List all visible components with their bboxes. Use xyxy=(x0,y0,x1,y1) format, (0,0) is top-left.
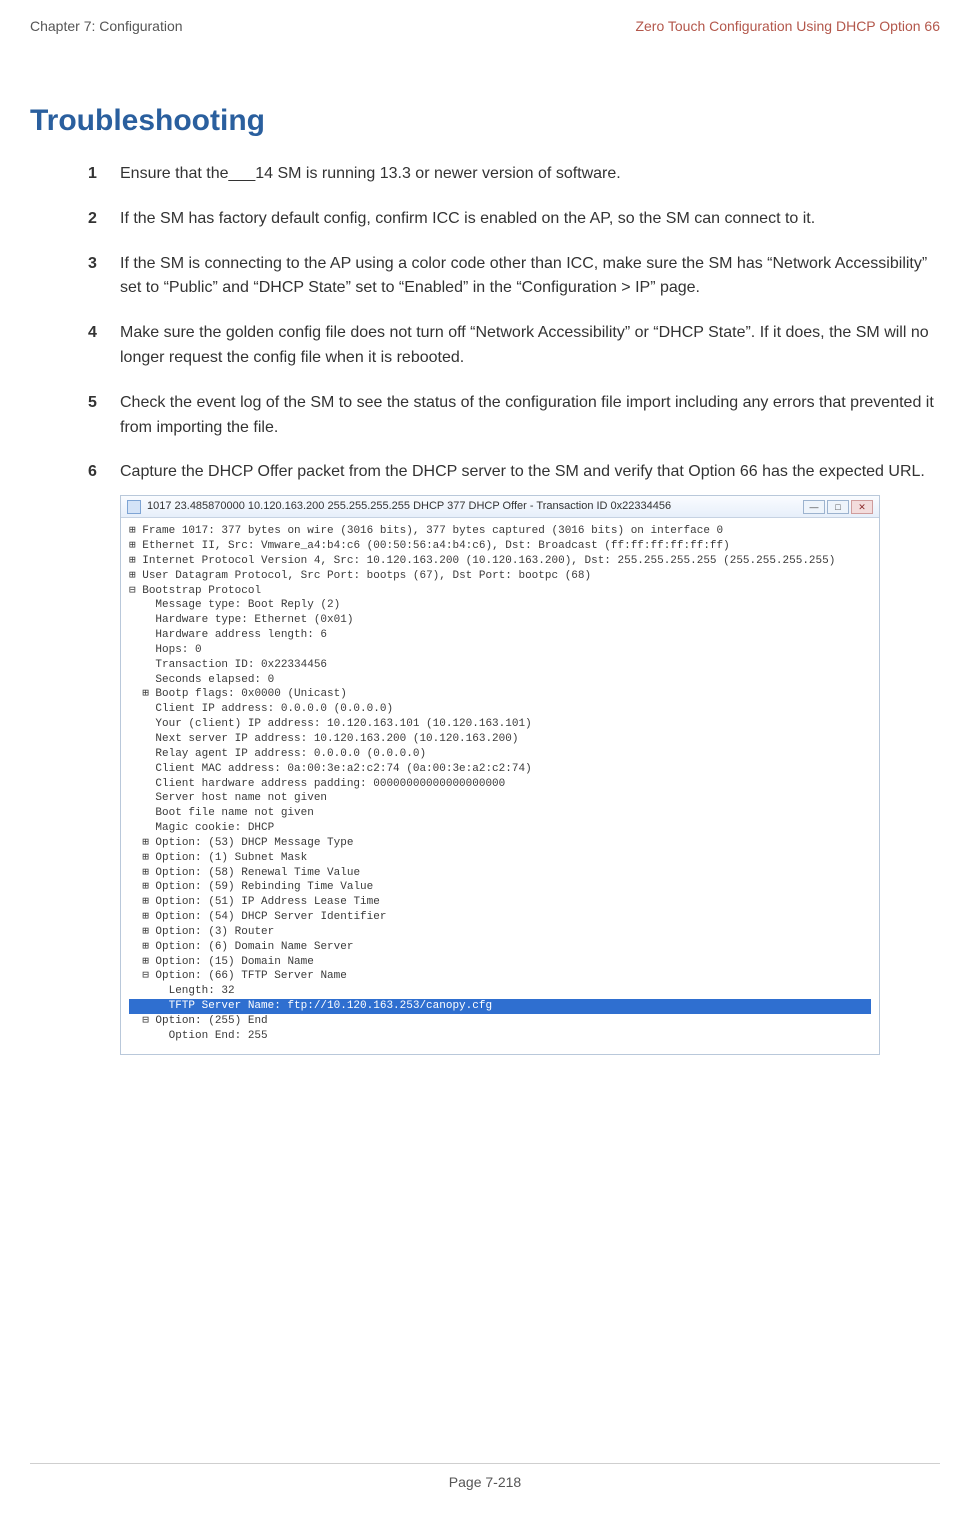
step-number: 1 xyxy=(88,162,120,187)
step-number: 5 xyxy=(88,391,120,441)
packet-capture-window: 1017 23.485870000 10.120.163.200 255.255… xyxy=(120,495,880,1055)
step-text: Capture the DHCP Offer packet from the D… xyxy=(120,460,940,485)
packet-line: Your (client) IP address: 10.120.163.101… xyxy=(129,717,871,732)
packet-line: ⊞ Option: (6) Domain Name Server xyxy=(129,940,871,955)
maximize-button[interactable]: □ xyxy=(827,500,849,514)
packet-line: Message type: Boot Reply (2) xyxy=(129,598,871,613)
step-5: 5 Check the event log of the SM to see t… xyxy=(88,391,940,441)
packet-line: ⊞ Bootp flags: 0x0000 (Unicast) xyxy=(129,687,871,702)
step-number: 4 xyxy=(88,321,120,371)
step-text: If the SM is connecting to the AP using … xyxy=(120,252,940,302)
step-1: 1 Ensure that the___14 SM is running 13.… xyxy=(88,162,940,187)
packet-line: Next server IP address: 10.120.163.200 (… xyxy=(129,732,871,747)
packet-line: Hops: 0 xyxy=(129,643,871,658)
packet-line: ⊞ Option: (59) Rebinding Time Value xyxy=(129,880,871,895)
packet-line: Hardware address length: 6 xyxy=(129,628,871,643)
window-titlebar: 1017 23.485870000 10.120.163.200 255.255… xyxy=(121,496,879,518)
step-4: 4 Make sure the golden config file does … xyxy=(88,321,940,371)
packet-line: ⊞ Option: (15) Domain Name xyxy=(129,955,871,970)
packet-line: Client MAC address: 0a:00:3e:a2:c2:74 (0… xyxy=(129,762,871,777)
packet-line: ⊞ Option: (1) Subnet Mask xyxy=(129,851,871,866)
step-number: 3 xyxy=(88,252,120,302)
packet-line: ⊟ Option: (255) End xyxy=(129,1014,871,1029)
packet-line: Transaction ID: 0x22334456 xyxy=(129,658,871,673)
packet-line: Seconds elapsed: 0 xyxy=(129,673,871,688)
page-footer: Page 7-218 xyxy=(0,1463,970,1490)
packet-line: ⊞ Option: (51) IP Address Lease Time xyxy=(129,895,871,910)
step-number: 2 xyxy=(88,207,120,232)
step-text: Make sure the golden config file does no… xyxy=(120,321,940,371)
close-button[interactable]: ✕ xyxy=(851,500,873,514)
page-number: Page 7-218 xyxy=(0,1474,970,1490)
packet-line: Client IP address: 0.0.0.0 (0.0.0.0) xyxy=(129,702,871,717)
packet-line-highlighted: TFTP Server Name: ftp://10.120.163.253/c… xyxy=(129,999,871,1014)
packet-line: Hardware type: Ethernet (0x01) xyxy=(129,613,871,628)
step-text: If the SM has factory default config, co… xyxy=(120,207,940,232)
packet-tree: ⊞ Frame 1017: 377 bytes on wire (3016 bi… xyxy=(121,518,879,1054)
packet-line: Length: 32 xyxy=(129,984,871,999)
packet-line: Option End: 255 xyxy=(129,1029,871,1044)
header-right: Zero Touch Configuration Using DHCP Opti… xyxy=(635,18,940,34)
page-title: Troubleshooting xyxy=(30,104,940,138)
packet-line: ⊟ Option: (66) TFTP Server Name xyxy=(129,969,871,984)
packet-line: ⊞ Option: (53) DHCP Message Type xyxy=(129,836,871,851)
packet-line: Magic cookie: DHCP xyxy=(129,821,871,836)
packet-line: ⊞ Option: (3) Router xyxy=(129,925,871,940)
step-6: 6 Capture the DHCP Offer packet from the… xyxy=(88,460,940,485)
packet-line: ⊞ Option: (54) DHCP Server Identifier xyxy=(129,910,871,925)
window-buttons: — □ ✕ xyxy=(803,500,873,514)
header-left: Chapter 7: Configuration xyxy=(30,18,183,34)
footer-rule xyxy=(30,1463,940,1464)
step-3: 3 If the SM is connecting to the AP usin… xyxy=(88,252,940,302)
step-number: 6 xyxy=(88,460,120,485)
step-text: Ensure that the___14 SM is running 13.3 … xyxy=(120,162,940,187)
packet-line: Relay agent IP address: 0.0.0.0 (0.0.0.0… xyxy=(129,747,871,762)
packet-line: ⊞ User Datagram Protocol, Src Port: boot… xyxy=(129,569,871,584)
packet-line: Boot file name not given xyxy=(129,806,871,821)
packet-line: ⊞ Frame 1017: 377 bytes on wire (3016 bi… xyxy=(129,524,871,539)
packet-line: ⊞ Internet Protocol Version 4, Src: 10.1… xyxy=(129,554,871,569)
page-header: Chapter 7: Configuration Zero Touch Conf… xyxy=(30,18,940,34)
window-title: 1017 23.485870000 10.120.163.200 255.255… xyxy=(147,499,803,514)
step-text: Check the event log of the SM to see the… xyxy=(120,391,940,441)
packet-line: ⊞ Option: (58) Renewal Time Value xyxy=(129,866,871,881)
packet-line: ⊞ Ethernet II, Src: Vmware_a4:b4:c6 (00:… xyxy=(129,539,871,554)
step-2: 2 If the SM has factory default config, … xyxy=(88,207,940,232)
troubleshooting-steps: 1 Ensure that the___14 SM is running 13.… xyxy=(88,162,940,485)
minimize-button[interactable]: — xyxy=(803,500,825,514)
packet-line: Client hardware address padding: 0000000… xyxy=(129,777,871,792)
packet-line: ⊟ Bootstrap Protocol xyxy=(129,584,871,599)
packet-line: Server host name not given xyxy=(129,791,871,806)
window-app-icon xyxy=(127,500,141,514)
